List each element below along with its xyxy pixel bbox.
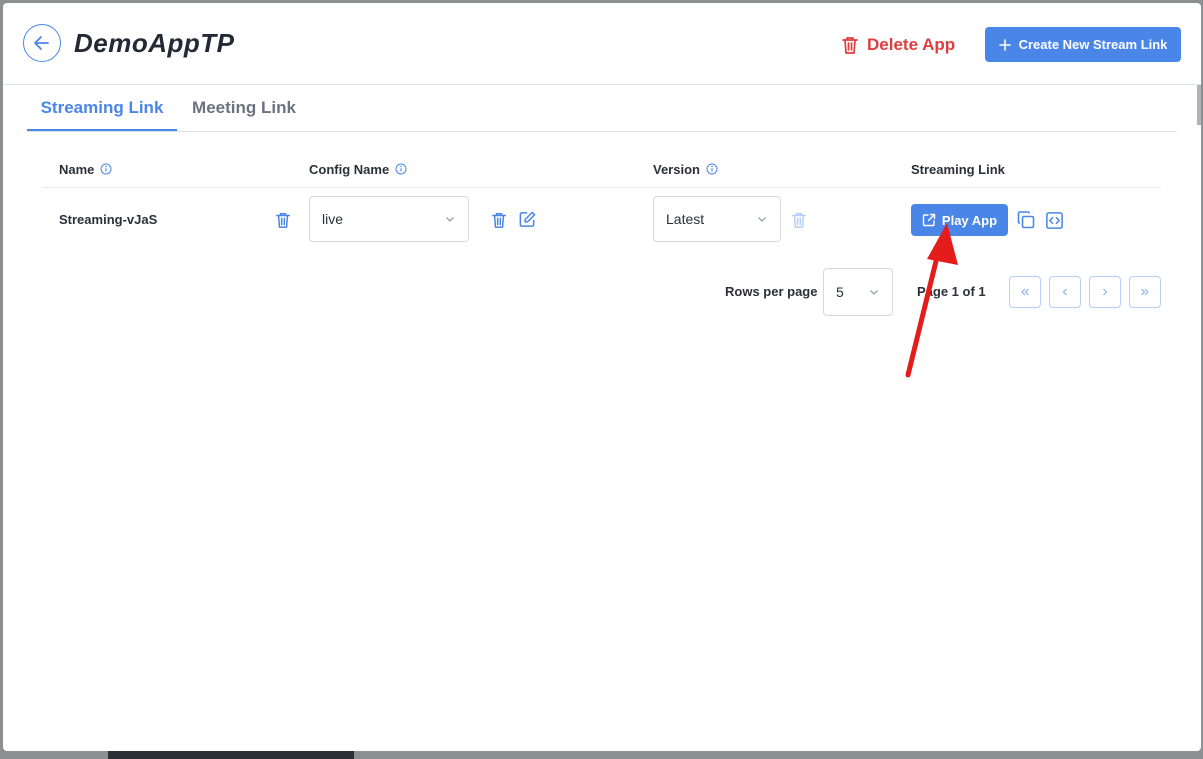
chevron-down-icon [446,217,454,222]
app-title: DemoAppTP [74,28,235,58]
column-header-name-label: Name [59,161,95,177]
background-window [108,751,354,759]
edit-config-button[interactable] [516,208,538,230]
play-app-button[interactable]: Play App [911,204,1008,236]
chevron-down-icon [870,290,878,295]
create-stream-link-button[interactable]: Create New Stream Link [985,27,1181,62]
delete-version-button-disabled[interactable] [788,209,810,231]
delete-app-button[interactable]: Delete App [841,31,955,59]
delete-config-button[interactable] [488,209,510,231]
tab-meeting-link[interactable]: Meeting Link [177,85,311,131]
scrollbar-edge [1197,85,1201,125]
config-select-value: live [322,211,344,227]
chevron-down-icon [758,217,766,222]
copy-link-button[interactable] [1015,209,1037,231]
info-icon[interactable] [395,163,407,175]
column-header-version: Version [653,159,718,179]
code-icon [1045,211,1063,229]
header: DemoAppTP Delete App Create New Stream L… [3,3,1201,85]
column-header-streaming-link-label: Streaming Link [911,161,1005,177]
back-arrow-icon [34,36,49,50]
rows-per-page-value: 5 [836,284,844,300]
delete-stream-button[interactable] [272,209,294,231]
tab-streaming-link[interactable]: Streaming Link [27,85,177,131]
version-select[interactable]: Latest [653,196,781,242]
trash-icon [842,37,858,54]
config-select[interactable]: live [309,196,469,242]
trash-icon [276,213,290,228]
chevron-left-icon [1062,288,1067,296]
tab-bar: Streaming Link Meeting Link [27,85,1177,132]
delete-app-label: Delete App [867,35,956,54]
row-name: Streaming-vJaS [59,212,158,227]
last-page-button[interactable] [1129,276,1161,308]
app-detail-panel: DemoAppTP Delete App Create New Stream L… [3,3,1201,751]
edit-icon [519,211,535,227]
chevrons-left-icon [1021,288,1029,296]
page-indicator: Page 1 of 1 [917,284,986,299]
trash-icon [492,213,506,228]
prev-page-button[interactable] [1049,276,1081,308]
create-stream-link-label: Create New Stream Link [1018,37,1168,52]
rows-per-page-select[interactable]: 5 [823,268,893,316]
external-link-icon [922,213,936,227]
column-header-config-label: Config Name [309,161,390,177]
version-select-value: Latest [666,211,705,227]
copy-icon [1017,211,1035,229]
table-header-divider [43,187,1161,188]
plus-icon [998,38,1011,51]
rows-per-page-label: Rows per page [725,284,818,299]
trash-icon [792,213,806,228]
chevrons-right-icon [1141,288,1149,296]
info-icon[interactable] [706,163,718,175]
column-header-version-label: Version [653,161,700,177]
column-header-name: Name [59,159,112,179]
play-app-label: Play App [941,212,998,228]
back-button[interactable] [23,24,61,62]
next-page-button[interactable] [1089,276,1121,308]
info-icon[interactable] [100,163,112,175]
embed-code-button[interactable] [1043,209,1065,231]
column-header-streaming-link: Streaming Link [911,159,1005,179]
column-header-config: Config Name [309,159,407,179]
first-page-button[interactable] [1009,276,1041,308]
chevron-right-icon [1103,288,1108,296]
